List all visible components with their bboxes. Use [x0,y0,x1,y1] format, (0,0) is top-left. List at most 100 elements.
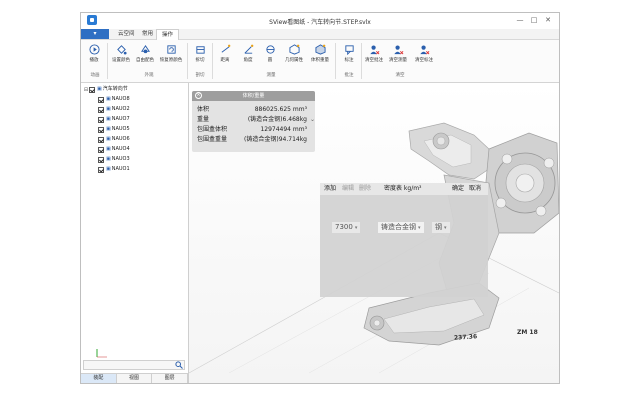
tree-checkbox[interactable] [98,106,104,113]
group-label-clear: 清空 [395,73,405,78]
minimize-button[interactable]: — [513,15,527,25]
tree-item[interactable]: ▣ NAUO4 [98,145,130,154]
tree-item[interactable]: ▣ NAUO3 [98,155,130,164]
chevron-down-icon: ▾ [354,225,358,231]
material-category-select[interactable]: 钢 ▾ [432,222,450,233]
close-icon[interactable]: × [195,92,202,99]
circle-button[interactable]: 圆 [258,43,282,71]
tree-label: 汽车转向节 [102,86,128,92]
tree-checkbox[interactable] [98,136,104,143]
clear-measure-icon [393,45,403,55]
menu-tabbar: ▾ 云空间 常用 操作 [81,29,559,40]
add-button[interactable]: 添加 [324,185,336,193]
group-label-measure: 测量 [266,73,276,78]
set-color-button[interactable]: 设置颜色 [109,43,133,71]
tree-item[interactable]: ▣ NAUO2 [98,105,130,114]
tab-layer[interactable]: 图层 [152,374,189,383]
maximize-button[interactable]: □ [527,15,541,25]
axis-triad-icon [96,349,107,358]
restore-color-icon [166,45,176,54]
annotation-icon [344,45,354,55]
window-controls: — □ ✕ [513,15,555,25]
assembly-icon: ▣ [97,86,102,92]
file-menu-button[interactable]: ▾ [81,29,109,39]
ribbon-separator [335,43,336,79]
group-label-section: 剖切 [195,73,205,78]
part-icon: ▣ [106,166,111,172]
app-window: SView看图纸 - 汽车转向节.STEP.svlx — □ ✕ ▾ 云空间 常… [80,12,560,384]
section-cut-icon [195,46,205,54]
geometry-property-button[interactable]: 几何属性 [280,43,308,71]
tab-assembly[interactable]: 装配 [81,374,117,383]
density-panel-header: 添加 编辑 删除 密度表 kg/m³ 确定 取消 [320,183,488,195]
part-icon: ▣ [106,116,111,122]
tree-label: NAUO2 [111,106,130,112]
props-panel-header: × 体积/重量 [192,91,315,101]
tree-label: NAUO8 [111,96,130,102]
cancel-button[interactable]: 取消 [469,185,481,193]
angle-button[interactable]: 角度 [236,43,260,71]
clear-annotation-button[interactable]: 清空标注 [410,43,438,71]
tree-label: NAUO1 [111,166,130,172]
part-icon: ▣ [106,96,111,102]
tree-checkbox[interactable] [89,86,95,93]
tree-item[interactable]: ▣ NAUO5 [98,125,130,134]
clear-measure-button[interactable]: 清空测量 [386,43,410,71]
tree-item[interactable]: ▣ NAUO1 [98,165,130,174]
edit-button[interactable]: 编辑 [342,185,354,193]
close-button[interactable]: ✕ [541,15,555,25]
restore-color-button[interactable]: 恢复原颜色 [157,43,185,71]
annotation-button[interactable]: 标注 [337,43,361,71]
part-icon: ▣ [106,146,111,152]
tree-item[interactable]: ▣ NAUO7 [98,115,130,124]
tree-checkbox[interactable] [98,126,104,133]
part-icon: ▣ [106,106,111,112]
angle-icon [244,44,253,54]
tab-operation[interactable]: 操作 [156,29,180,40]
distance-icon [221,44,230,53]
tree-item[interactable]: ▣ NAUO6 [98,135,130,144]
tree-item[interactable]: ▣ NAUO8 [98,95,130,104]
ribbon-toolbar: 播放 设置颜色 自由配色 恢复原颜色 拆切 距离 角度 圆 几何属性 体积重量 … [81,40,559,83]
props-row-weight[interactable]: 重量 (铸造合金钢)6.468kg ⌄ [197,115,315,124]
tree-checkbox[interactable] [98,96,104,103]
free-color-button[interactable]: 自由配色 [133,43,157,71]
props-panel-title: 体积/重量 [242,93,265,99]
density-value-select[interactable]: 7300 ▾ [332,222,361,233]
chevron-down-icon: ▾ [418,225,421,231]
tree-label: NAUO4 [111,146,130,152]
tab-common[interactable]: 常用 [137,29,158,39]
section-cut-button[interactable]: 拆切 [188,43,212,71]
clear-markup-button[interactable]: 清空批注 [362,43,386,71]
tree-checkbox[interactable] [98,146,104,153]
paint-bucket-icon [116,45,127,55]
delete-button[interactable]: 删除 [359,185,371,193]
chevron-down-icon[interactable]: ⌄ [310,115,315,124]
tree-checkbox[interactable] [98,156,104,163]
group-label-animation: 动画 [90,73,100,78]
play-button[interactable]: 播放 [82,43,106,71]
tree-label: NAUO6 [111,136,130,142]
props-row-volume: 体积 886025.625 mm³ [197,106,307,113]
geometry-property-icon [288,44,300,55]
volume-weight-button[interactable]: 体积重量 [307,43,333,71]
model-tree-panel: ⊟ ▣ 汽车转向节 ▣ NAUO8 ▣ NAUO2 ▣ NAUO7 ▣ NAUO… [81,83,189,383]
tree-search-box[interactable] [83,360,185,370]
part-icon: ▣ [106,156,111,162]
part-icon: ▣ [106,126,111,132]
ribbon-separator [107,43,108,79]
tree-label: NAUO7 [111,116,130,122]
volume-weight-panel: × 体积/重量 体积 886025.625 mm³ 重量 (铸造合金钢)6.46… [192,91,315,152]
material-select[interactable]: 铸造合金钢 ▾ [378,222,424,233]
dimension-label-2: ZM 18 [517,329,538,336]
search-icon[interactable] [175,361,183,369]
tree-root[interactable]: ⊟ ▣ 汽车转向节 [83,85,128,94]
distance-button[interactable]: 距离 [213,43,237,71]
confirm-button[interactable]: 确定 [452,185,464,193]
tab-view[interactable]: 视图 [116,374,153,383]
part-icon: ▣ [106,136,111,142]
tree-checkbox[interactable] [98,116,104,123]
tree-checkbox[interactable] [98,166,104,173]
tab-cloud[interactable]: 云空间 [113,29,140,39]
circle-measure-icon [265,45,275,54]
